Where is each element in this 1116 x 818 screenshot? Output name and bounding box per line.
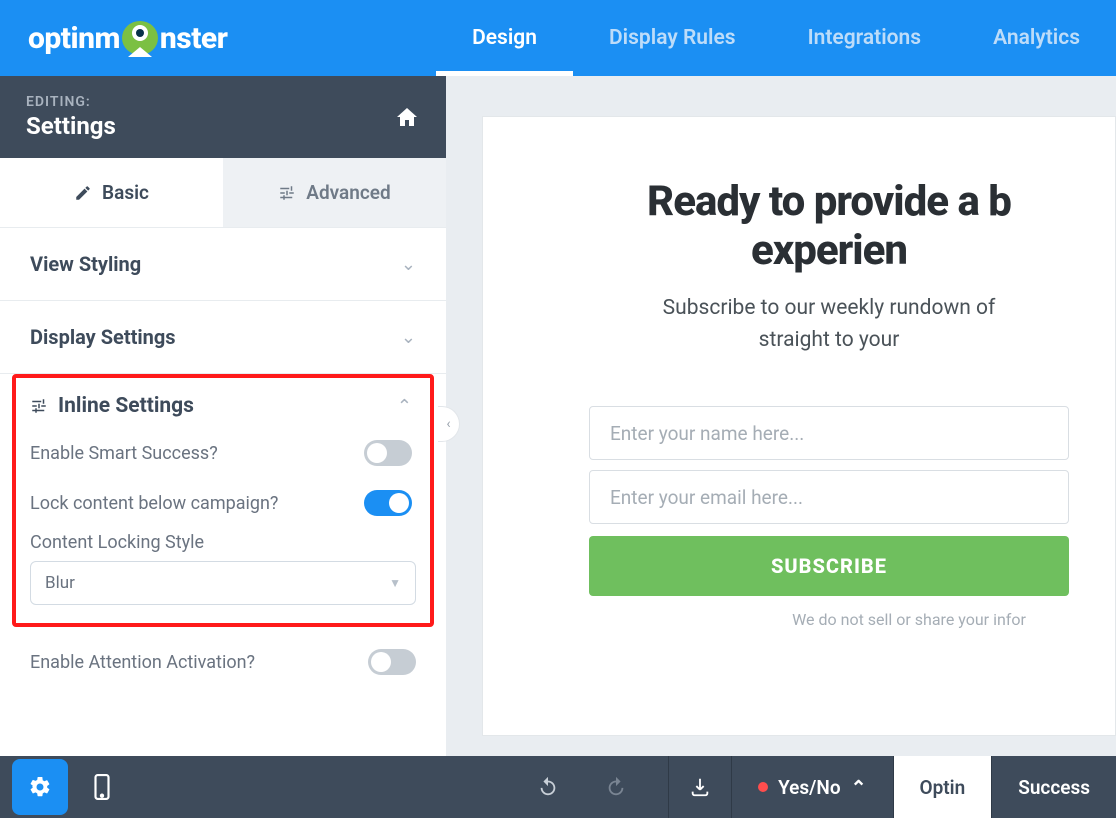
settings-subtabs: Basic Advanced: [0, 158, 446, 228]
setting-attention-activation: Enable Attention Activation?: [0, 635, 446, 689]
toggle-smart-success[interactable]: [364, 440, 412, 466]
monster-icon: [122, 21, 158, 55]
step-label: Yes/No: [778, 776, 841, 799]
setting-lock-content: Lock content below campaign?: [16, 476, 430, 526]
nav-display-rules[interactable]: Display Rules: [573, 0, 772, 76]
select-value: Blur: [45, 573, 75, 593]
chevron-up-icon: ⌃: [851, 776, 867, 799]
panel-title: Display Settings: [30, 325, 176, 349]
email-input[interactable]: Enter your email here...: [589, 470, 1069, 524]
panel-title: Inline Settings: [58, 394, 194, 418]
gear-button[interactable]: [12, 759, 68, 815]
setting-smart-success: Enable Smart Success?: [16, 426, 430, 476]
top-bar: optinm nster Design Display Rules Integr…: [0, 0, 1116, 76]
privacy-note: We do not sell or share your infor: [792, 610, 1026, 629]
sliders-icon: [30, 397, 48, 415]
top-nav: Design Display Rules Integrations Analyt…: [436, 0, 1116, 76]
chevron-down-icon: ⌄: [401, 327, 416, 348]
nav-design[interactable]: Design: [436, 0, 573, 76]
download-icon: [689, 776, 711, 798]
locking-style-label: Content Locking Style: [16, 526, 430, 561]
caret-down-icon: ▼: [389, 576, 401, 590]
setting-label: Enable Smart Success?: [30, 443, 218, 464]
undo-icon: [537, 776, 559, 798]
gear-icon: [28, 775, 52, 799]
hero-subtitle: Subscribe to our weekly rundown of strai…: [543, 293, 1115, 356]
mobile-preview-button[interactable]: [74, 759, 130, 815]
undo-button[interactable]: [520, 759, 576, 815]
bottom-left: [0, 756, 130, 818]
sidebar-header: EDITING: Settings: [0, 76, 446, 158]
canvas: Ready to provide a b experien Subscribe …: [446, 76, 1116, 756]
panel-title: View Styling: [30, 252, 141, 276]
subscribe-button[interactable]: SUBSCRIBE: [589, 536, 1069, 596]
editing-label: EDITING:: [26, 94, 116, 110]
mobile-icon: [94, 774, 110, 800]
preview-card: Ready to provide a b experien Subscribe …: [482, 116, 1116, 736]
logo: optinm nster: [28, 21, 227, 56]
sidebar: EDITING: Settings Basic Advanced View St…: [0, 76, 446, 756]
panel-view-styling[interactable]: View Styling ⌄: [0, 228, 446, 301]
step-success[interactable]: Success: [991, 756, 1116, 818]
tab-advanced-label: Advanced: [306, 181, 390, 204]
editing-title: Settings: [26, 112, 116, 140]
main: EDITING: Settings Basic Advanced View St…: [0, 76, 1116, 756]
name-input[interactable]: Enter your name here...: [589, 406, 1069, 460]
nav-integrations[interactable]: Integrations: [772, 0, 957, 76]
nav-analytics[interactable]: Analytics: [957, 0, 1116, 76]
setting-label: Lock content below campaign?: [30, 493, 278, 514]
signup-form: Enter your name here... Enter your email…: [543, 396, 1115, 629]
logo-text-left: optinm: [28, 21, 120, 56]
logo-text-right: nster: [160, 21, 227, 56]
home-icon[interactable]: [394, 105, 420, 129]
tab-basic-label: Basic: [102, 181, 149, 204]
chevron-up-icon: ⌃: [397, 396, 412, 417]
toggle-attention-activation[interactable]: [368, 649, 416, 675]
sliders-icon: [278, 184, 296, 202]
status-dot-icon: [758, 782, 768, 792]
tab-basic[interactable]: Basic: [0, 158, 223, 227]
step-optin[interactable]: Optin: [893, 756, 992, 818]
pencil-icon: [74, 184, 92, 202]
panel-inline-settings[interactable]: Inline Settings ⌃: [16, 378, 430, 426]
panel-display-settings[interactable]: Display Settings ⌄: [0, 301, 446, 374]
inline-settings-highlight: Inline Settings ⌃ Enable Smart Success? …: [12, 374, 434, 627]
chevron-down-icon: ⌄: [401, 254, 416, 275]
step-yesno[interactable]: Yes/No ⌃: [731, 756, 892, 818]
locking-style-select[interactable]: Blur ▼: [30, 561, 416, 605]
toggle-lock-content[interactable]: [364, 490, 412, 516]
bottom-bar: Yes/No ⌃ Optin Success: [0, 756, 1116, 818]
hero-headline: Ready to provide a b experien: [543, 177, 1115, 275]
redo-button[interactable]: [588, 759, 644, 815]
download-button[interactable]: [668, 756, 731, 818]
setting-label: Enable Attention Activation?: [30, 652, 255, 673]
redo-icon: [605, 776, 627, 798]
tab-advanced[interactable]: Advanced: [223, 158, 446, 227]
